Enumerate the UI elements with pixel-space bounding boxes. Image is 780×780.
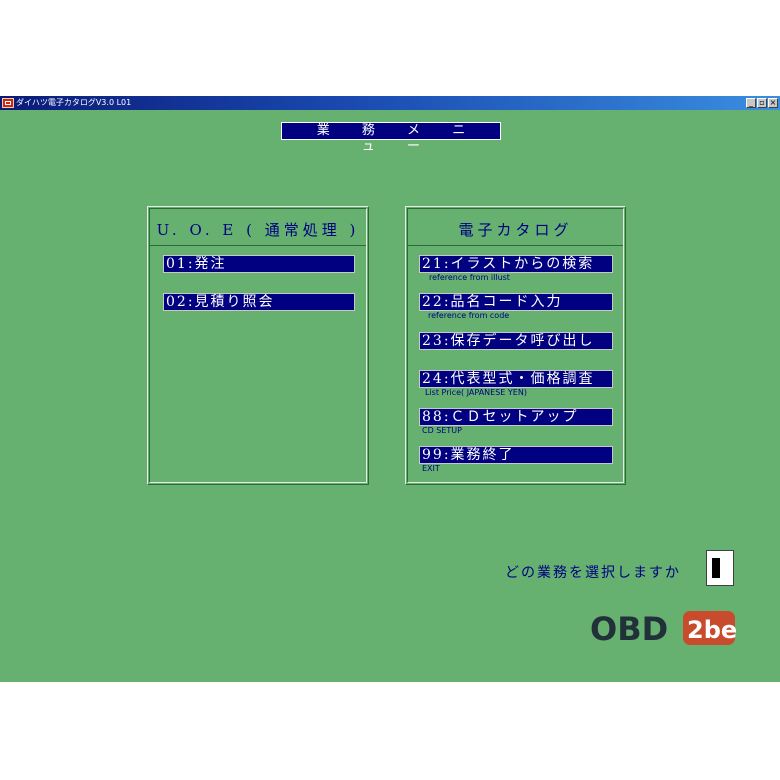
logo-text-right: 2be [687,616,737,644]
text-cursor [712,558,720,578]
menu-item-22-label[interactable]: 22:品名コード入力 [419,293,613,311]
logo-text-left: OBD [590,610,668,648]
window-title: ダイハツ電子カタログV3.0 L01 [16,98,132,107]
menu-item-01-label[interactable]: 01:発注 [163,255,355,273]
menu-item-21-subtitle: reference from illust [429,273,510,282]
catalog-panel-frame: 電子カタログ 21:イラストからの検索 reference from illus… [407,208,624,483]
selection-input[interactable] [706,550,734,586]
menu-item-21-label[interactable]: 21:イラストからの検索 [419,255,613,273]
window-titlebar[interactable]: ダイハツ電子カタログV3.0 L01 _ ▫ × [0,96,780,110]
menu-item-99-subtitle: EXIT [422,464,440,473]
uoe-panel-frame: U. O. E ( 通常処理 ) 01:発注 02:見積り照会 [149,208,367,483]
uoe-panel-title: U. O. E ( 通常処理 ) [156,221,360,239]
obd2be-logo: OBD 2be [590,610,737,648]
menu-item-22-subtitle: reference from code [428,311,510,320]
selection-prompt: どの業務を選択しますか [505,565,681,581]
menu-item-24-label[interactable]: 24:代表型式・価格調査 [419,370,613,388]
maximize-button[interactable]: ▫ [757,98,767,108]
minimize-button[interactable]: _ [746,98,756,108]
app-icon[interactable] [2,98,14,108]
menu-item-23-label[interactable]: 23:保存データ呼び出し [419,332,613,350]
close-button[interactable]: × [768,98,778,108]
catalog-panel: 電子カタログ 21:イラストからの検索 reference from illus… [405,206,626,485]
menu-item-99-label[interactable]: 99:業務終了 [419,446,613,464]
catalog-panel-header: 電子カタログ [408,209,623,246]
menu-item-88-subtitle: CD SETUP [422,426,462,435]
uoe-panel-header: U. O. E ( 通常処理 ) [150,209,366,246]
uoe-panel: U. O. E ( 通常処理 ) 01:発注 02:見積り照会 [147,206,369,485]
menu-item-24-subtitle: List Price( JAPANESE YEN) [425,388,527,397]
catalog-panel-title: 電子カタログ [458,221,573,239]
menu-header: 業 務 メ ニ ュ ー [281,122,501,154]
menu-item-02-label[interactable]: 02:見積り照会 [163,293,355,311]
window-controls: _ ▫ × [746,98,778,108]
app-screen: ダイハツ電子カタログV3.0 L01 _ ▫ × 業 務 メ ニ ュ ー U. … [0,96,780,682]
menu-item-88-label[interactable]: 88:ＣＤセットアップ [419,408,613,426]
